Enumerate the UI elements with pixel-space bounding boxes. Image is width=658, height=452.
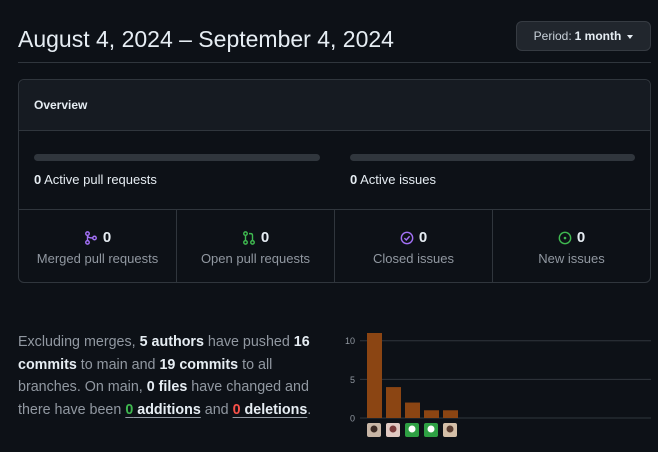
overview-panel: Overview 0 Active pull requests 0 Active… [18, 79, 651, 283]
additions-label: additions [133, 401, 201, 418]
summary-text-2: have pushed [203, 334, 294, 350]
period-label: Period: [533, 29, 572, 43]
files-changed-count: 0 files [146, 379, 188, 395]
active-issues-bar [350, 154, 635, 161]
active-issues-count: 0 [350, 172, 358, 187]
page-header: August 4, 2024 – September 4, 2024 Perio… [18, 0, 651, 63]
new-issues-label: New issues [538, 251, 605, 266]
open-prs-label: Open pull requests [200, 251, 311, 266]
author-avatar-face [389, 425, 397, 433]
stat-open-pull-requests[interactable]: 0 Open pull requests [177, 210, 335, 282]
author-avatar-face [446, 425, 454, 433]
merge-icon [84, 230, 97, 245]
active-pull-requests[interactable]: 0 Active pull requests [34, 172, 157, 187]
active-pull-requests-label: Active pull requests [44, 172, 157, 187]
chart-bar [367, 333, 382, 418]
author-avatar-face [408, 425, 416, 433]
closed-issues-count: 0 [418, 229, 428, 246]
closed-issues-label: Closed issues [373, 251, 454, 266]
authors-count: 5 authors [139, 334, 204, 350]
chart-y-tick-label: 5 [350, 375, 355, 385]
deletions-link[interactable]: 0 deletions [233, 402, 308, 418]
pull-request-icon [242, 230, 255, 245]
additions-link[interactable]: 0 additions [125, 402, 200, 418]
issue-opened-icon [558, 231, 572, 244]
caret-down-icon [627, 35, 634, 39]
chart-bar [386, 387, 401, 418]
summary-text-1: Excluding merges, [18, 334, 140, 350]
commits-all-count: 19 commits [159, 356, 239, 373]
deletions-count: 0 [232, 401, 241, 418]
period-dropdown-button[interactable]: Period: 1 month [516, 21, 651, 51]
active-pull-requests-count: 0 [34, 172, 42, 187]
commit-summary: Excluding merges, 5 authors have pushed … [18, 331, 323, 421]
period-value: 1 month [574, 29, 622, 43]
new-issues-count: 0 [576, 229, 586, 246]
chart-bar [405, 402, 420, 418]
overview-title: Overview [19, 80, 650, 131]
stat-closed-issues[interactable]: 0 Closed issues [335, 210, 493, 282]
authors-commits-chart: 0 5 10 [345, 333, 651, 437]
chart-y-tick-label: 0 [350, 414, 355, 424]
stat-new-issues[interactable]: 0 New issues [493, 210, 650, 282]
chart-bar [424, 410, 439, 418]
issue-closed-icon [400, 231, 414, 244]
deletions-label: deletions [240, 401, 308, 418]
active-issues-label: Active issues [360, 172, 437, 187]
stat-merged-pull-requests[interactable]: 0 Merged pull requests [19, 210, 177, 282]
open-prs-count: 0 [260, 229, 270, 246]
chart-y-tick-label: 10 [345, 336, 355, 346]
active-pull-requests-bar [34, 154, 320, 161]
author-avatar-face [427, 425, 435, 433]
overview-stats: 0 Merged pull requests 0 Open pull reque… [19, 210, 650, 282]
active-summary-row: 0 Active pull requests 0 Active issues [19, 131, 650, 210]
summary-text-3: to main and [76, 356, 160, 373]
author-avatar-face [370, 425, 378, 433]
page-title: August 4, 2024 – September 4, 2024 [18, 26, 394, 52]
merged-count: 0 [102, 229, 112, 246]
merged-label: Merged pull requests [36, 251, 159, 266]
active-issues[interactable]: 0 Active issues [350, 172, 436, 187]
chart-bar [443, 410, 458, 418]
summary-text-7: . [307, 401, 312, 418]
summary-text-6: and [200, 401, 233, 418]
